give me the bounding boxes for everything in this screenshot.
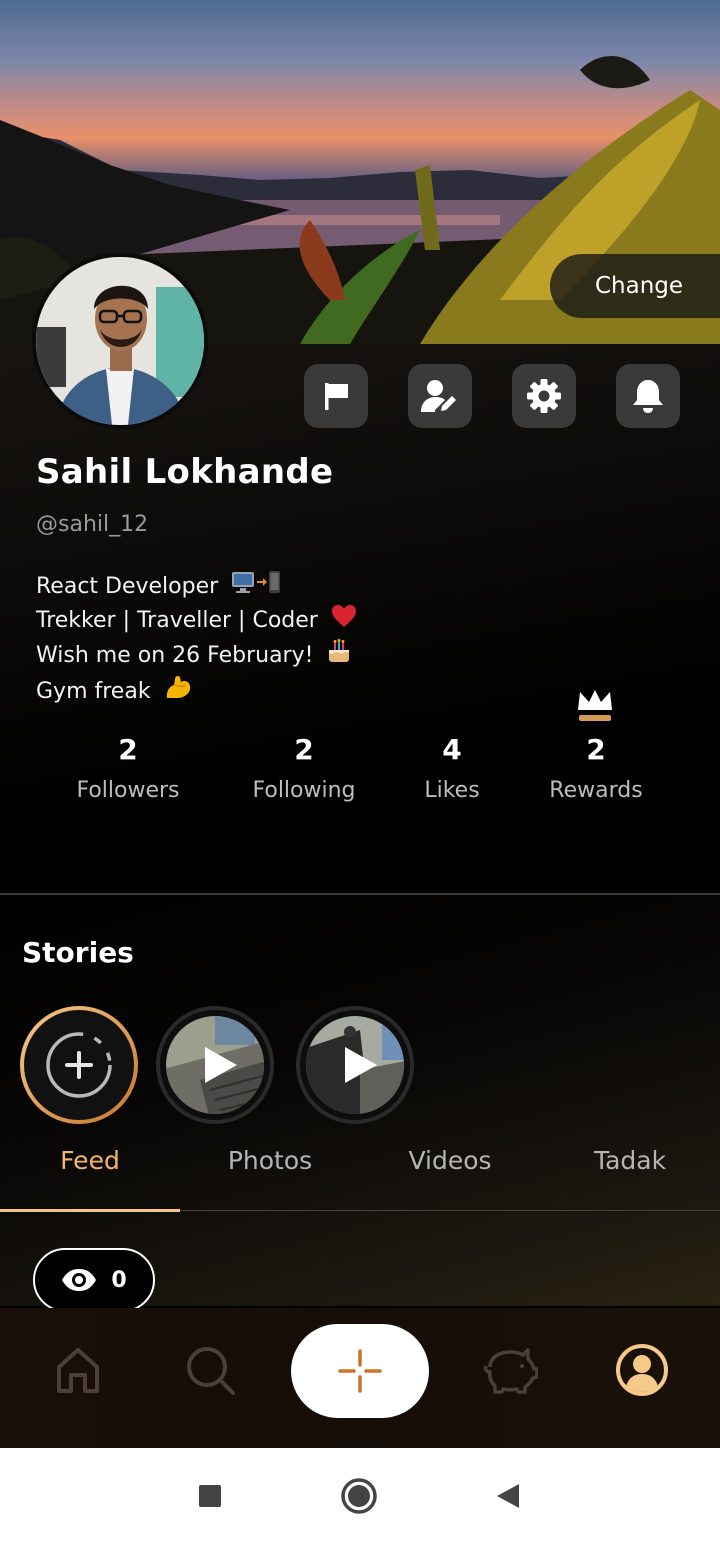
settings-icon <box>527 379 561 413</box>
avatar-photo <box>36 257 204 425</box>
notifications-button[interactable] <box>616 364 680 428</box>
bio-line: Wish me on 26 February! <box>36 638 357 674</box>
active-tab-indicator <box>0 1209 180 1212</box>
stat-label: Likes <box>424 778 480 803</box>
change-cover-button[interactable]: Change <box>550 254 720 318</box>
piggy-bank-icon <box>483 1348 538 1394</box>
edit-profile-button[interactable] <box>408 364 472 428</box>
stat-value: 2 <box>118 733 138 766</box>
bio-line: React Developer <box>36 570 357 604</box>
add-story-icon <box>46 1032 112 1098</box>
bio-text: React Developer <box>36 574 219 599</box>
home-system-button[interactable] <box>339 1476 379 1516</box>
settings-button[interactable] <box>512 364 576 428</box>
profile-bio: React Developer Trekker | Traveller | Co… <box>36 570 357 710</box>
bio-text: Gym freak <box>36 679 151 704</box>
story-item[interactable] <box>296 1006 414 1124</box>
nav-home[interactable] <box>48 1340 108 1400</box>
stat-following[interactable]: 2 Following <box>234 730 374 803</box>
tab-tadak[interactable]: Tadak <box>540 1146 720 1175</box>
bio-text: Trekker | Traveller | Coder <box>36 608 318 633</box>
birthday-cake-emoji-icon <box>326 638 352 674</box>
bio-text: Wish me on 26 February! <box>36 643 314 668</box>
views-count-badge[interactable]: 0 <box>33 1248 155 1312</box>
circle-icon <box>341 1478 377 1514</box>
report-flag-button[interactable] <box>304 364 368 428</box>
add-story-button[interactable] <box>20 1006 138 1124</box>
profile-icon <box>616 1344 668 1396</box>
views-count: 0 <box>111 1267 127 1293</box>
stat-value: 2 <box>294 733 314 766</box>
stat-rewards[interactable]: 2 Rewards <box>536 730 656 803</box>
stat-value: 4 <box>442 733 462 766</box>
crown-icon <box>576 688 614 728</box>
tab-videos[interactable]: Videos <box>360 1146 540 1175</box>
story-thumbnail <box>166 1016 264 1114</box>
edit-profile-icon <box>421 380 456 412</box>
stat-followers[interactable]: 2 Followers <box>58 730 198 803</box>
profile-name: Sahil Lokhande <box>36 452 334 492</box>
stat-label: Following <box>252 778 356 803</box>
home-icon <box>57 1348 99 1393</box>
avatar[interactable] <box>32 253 208 429</box>
flexed-biceps-emoji-icon <box>164 674 192 710</box>
bell-icon <box>633 380 663 413</box>
flag-icon <box>325 383 348 410</box>
stat-likes[interactable]: 4 Likes <box>402 730 502 803</box>
back-system-button[interactable] <box>488 1476 528 1516</box>
create-icon <box>338 1349 382 1393</box>
nav-profile[interactable] <box>612 1340 672 1400</box>
stat-label: Followers <box>76 778 180 803</box>
section-divider <box>0 893 720 895</box>
stat-label: Rewards <box>549 778 643 803</box>
bio-line: Trekker | Traveller | Coder <box>36 604 357 638</box>
tab-photos[interactable]: Photos <box>180 1146 360 1175</box>
nav-search[interactable] <box>180 1340 240 1400</box>
back-triangle-icon <box>497 1484 519 1508</box>
create-button[interactable] <box>291 1324 429 1418</box>
tab-feed[interactable]: Feed <box>0 1146 180 1175</box>
square-icon <box>199 1485 221 1507</box>
recent-apps-button[interactable] <box>190 1476 230 1516</box>
computer-phone-emoji-icon <box>231 570 281 604</box>
story-item[interactable] <box>156 1006 274 1124</box>
stories-title: Stories <box>22 936 134 969</box>
stat-value: 2 <box>586 733 606 766</box>
nav-wallet[interactable] <box>480 1340 540 1400</box>
search-icon <box>187 1347 235 1395</box>
profile-handle: @sahil_12 <box>36 512 149 537</box>
story-thumbnail <box>306 1016 404 1114</box>
eye-icon <box>62 1269 97 1291</box>
bio-line: Gym freak <box>36 674 357 710</box>
heart-emoji-icon <box>331 604 357 638</box>
